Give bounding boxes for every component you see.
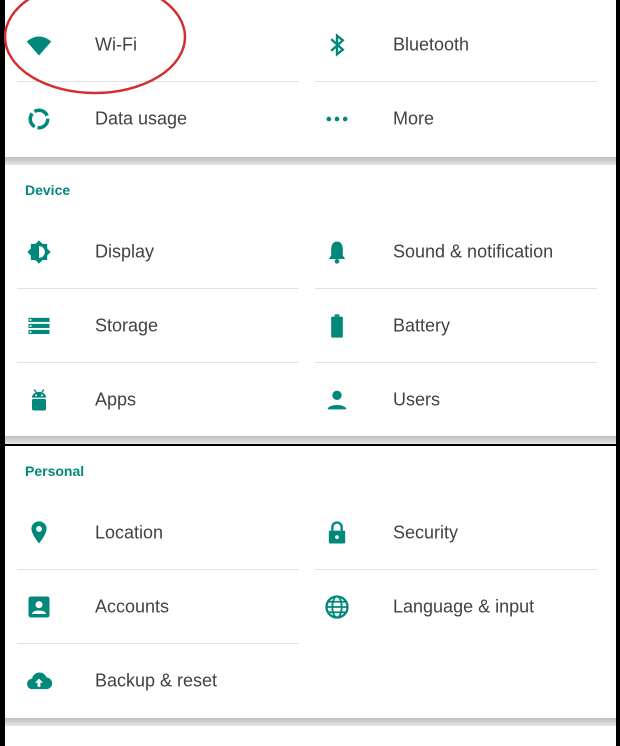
settings-item-label: Data usage (95, 108, 188, 129)
settings-item-wifi[interactable]: Wi-Fi (17, 8, 299, 82)
cloud-upload-icon (25, 667, 53, 695)
settings-item-location[interactable]: Location (17, 496, 299, 570)
section-title-personal: Personal (25, 463, 85, 479)
person-icon (323, 386, 351, 414)
settings-item-label: Bluetooth (393, 34, 470, 55)
settings-item-bluetooth[interactable]: Bluetooth (315, 8, 597, 82)
settings-item-label: Battery (393, 315, 451, 336)
settings-item-sound[interactable]: Sound & notification (315, 215, 597, 289)
data-usage-icon (25, 105, 53, 133)
lock-icon (323, 519, 351, 547)
personal-card: Personal Location Security Accounts Lang… (5, 446, 616, 718)
settings-item-label: Language & input (393, 596, 535, 617)
android-icon (25, 386, 53, 414)
storage-icon (25, 312, 53, 340)
settings-item-language[interactable]: Language & input (315, 570, 597, 644)
battery-icon (323, 312, 351, 340)
settings-item-label: More (393, 108, 435, 129)
settings-item-accounts[interactable]: Accounts (17, 570, 299, 644)
settings-item-users[interactable]: Users (315, 363, 597, 437)
settings-item-display[interactable]: Display (17, 215, 299, 289)
brightness-icon (25, 238, 53, 266)
settings-item-backup[interactable]: Backup & reset (17, 644, 299, 718)
settings-item-label: Apps (95, 389, 137, 410)
card-shadow (5, 436, 616, 444)
device-card: Device Display Sound & notification Stor… (5, 165, 616, 436)
settings-item-more[interactable]: More (315, 82, 597, 156)
settings-item-label: Backup & reset (95, 670, 218, 691)
settings-item-label: Sound & notification (393, 241, 554, 262)
settings-item-battery[interactable]: Battery (315, 289, 597, 363)
card-shadow (5, 718, 616, 726)
settings-item-data-usage[interactable]: Data usage (17, 82, 299, 156)
settings-item-label: Display (95, 241, 155, 262)
settings-item-label: Storage (95, 315, 159, 336)
bluetooth-icon (323, 31, 351, 59)
settings-item-label: Users (393, 389, 441, 410)
bell-icon (323, 238, 351, 266)
settings-item-security[interactable]: Security (315, 496, 597, 570)
globe-icon (323, 593, 351, 621)
section-title-device: Device (25, 182, 71, 198)
settings-item-label: Wi-Fi (95, 34, 137, 55)
account-box-icon (25, 593, 53, 621)
settings-item-label: Accounts (95, 596, 170, 617)
wifi-icon (25, 31, 53, 59)
settings-item-storage[interactable]: Storage (17, 289, 299, 363)
settings-item-label: Security (393, 522, 459, 543)
wireless-card: Wi-Fi Bluetooth Data usage More (5, 0, 616, 157)
more-dots-icon (323, 105, 351, 133)
location-pin-icon (25, 519, 53, 547)
card-shadow (5, 157, 616, 165)
settings-item-label: Location (95, 522, 164, 543)
next-card (5, 726, 616, 746)
settings-item-apps[interactable]: Apps (17, 363, 299, 437)
